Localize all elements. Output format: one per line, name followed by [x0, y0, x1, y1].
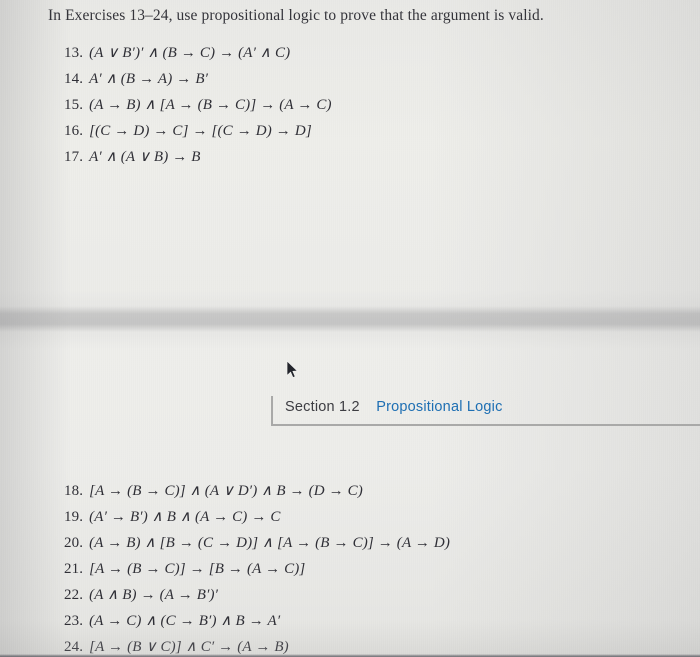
exercise-expression: (A → B) ∧ [A → (B → C)] → (A → C): [89, 97, 332, 113]
header-horizontal-rule: [271, 424, 700, 426]
header-vertical-rule: [271, 396, 273, 425]
exercise-expression: [A → (B → C)] ∧ (A ∨ D′) ∧ B → (D → C): [89, 483, 363, 499]
exercise-expression: A′ ∧ (B → A) → B′: [89, 71, 209, 87]
exercise-item: 15. (A → B) ∧ [A → (B → C)] → (A → C): [64, 92, 332, 118]
section-number: Section 1.2: [285, 399, 360, 415]
header-labels: Section 1.2 Propositional Logic: [285, 398, 503, 416]
exercise-number: 23.: [64, 613, 84, 629]
exercise-item: 13. (A ∨ B′)′ ∧ (B → C) → (A′ ∧ C): [64, 40, 332, 66]
exercise-number: 15.: [64, 97, 84, 113]
exercise-number: 16.: [64, 123, 84, 139]
exercise-expression: [A → (B ∨ C)] ∧ C′ → (A → B): [89, 639, 289, 655]
exercise-number: 13.: [64, 45, 84, 61]
exercise-instruction: In Exercises 13–24, use propositional lo…: [48, 7, 544, 24]
exercise-list-top: 13. (A ∨ B′)′ ∧ (B → C) → (A′ ∧ C) 14. A…: [64, 40, 332, 170]
exercise-expression: (A ∧ B) → (A → B′)′: [89, 587, 219, 603]
exercise-expression: [A → (B → C)] → [B → (A → C)]: [89, 561, 306, 577]
exercise-item: 23. (A → C) ∧ (C → B′) ∧ B → A′: [64, 608, 450, 634]
mouse-pointer-arrow-icon: [286, 360, 300, 380]
exercise-number: 14.: [64, 71, 84, 87]
exercise-number: 19.: [64, 509, 84, 525]
exercise-expression: [(C → D) → C] → [(C → D) → D]: [89, 123, 312, 139]
section-title: Propositional Logic: [376, 399, 503, 415]
section-running-head: Section 1.2 Propositional Logic: [271, 396, 700, 426]
exercise-list-bottom: 18. [A → (B → C)] ∧ (A ∨ D′) ∧ B → (D → …: [64, 478, 450, 657]
textbook-page-photo: In Exercises 13–24, use propositional lo…: [0, 0, 700, 657]
exercise-item: 18. [A → (B → C)] ∧ (A ∨ D′) ∧ B → (D → …: [64, 478, 450, 504]
exercise-number: 21.: [64, 561, 84, 577]
page-shadow-band: [0, 306, 700, 332]
exercise-expression: (A → C) ∧ (C → B′) ∧ B → A′: [89, 613, 281, 629]
exercise-number: 17.: [64, 149, 84, 165]
exercise-item: 24. [A → (B ∨ C)] ∧ C′ → (A → B): [64, 634, 450, 657]
exercise-item: 19. (A′ → B′) ∧ B ∧ (A → C) → C: [64, 504, 450, 530]
exercise-expression: A′ ∧ (A ∨ B) → B: [89, 149, 201, 165]
exercise-number: 20.: [64, 535, 84, 551]
exercise-item: 14. A′ ∧ (B → A) → B′: [64, 66, 332, 92]
exercise-item: 22. (A ∧ B) → (A → B′)′: [64, 582, 450, 608]
exercise-item: 20. (A → B) ∧ [B → (C → D)] ∧ [A → (B → …: [64, 530, 450, 556]
exercise-expression: (A → B) ∧ [B → (C → D)] ∧ [A → (B → C)] …: [89, 535, 451, 551]
exercise-item: 21. [A → (B → C)] → [B → (A → C)]: [64, 556, 450, 582]
exercise-number: 24.: [64, 639, 84, 655]
exercise-item: 17. A′ ∧ (A ∨ B) → B: [64, 144, 332, 170]
exercise-number: 18.: [64, 483, 84, 499]
exercise-number: 22.: [64, 587, 84, 603]
exercise-expression: (A ∨ B′)′ ∧ (B → C) → (A′ ∧ C): [89, 45, 291, 61]
exercise-expression: (A′ → B′) ∧ B ∧ (A → C) → C: [89, 509, 281, 525]
exercise-item: 16. [(C → D) → C] → [(C → D) → D]: [64, 118, 332, 144]
